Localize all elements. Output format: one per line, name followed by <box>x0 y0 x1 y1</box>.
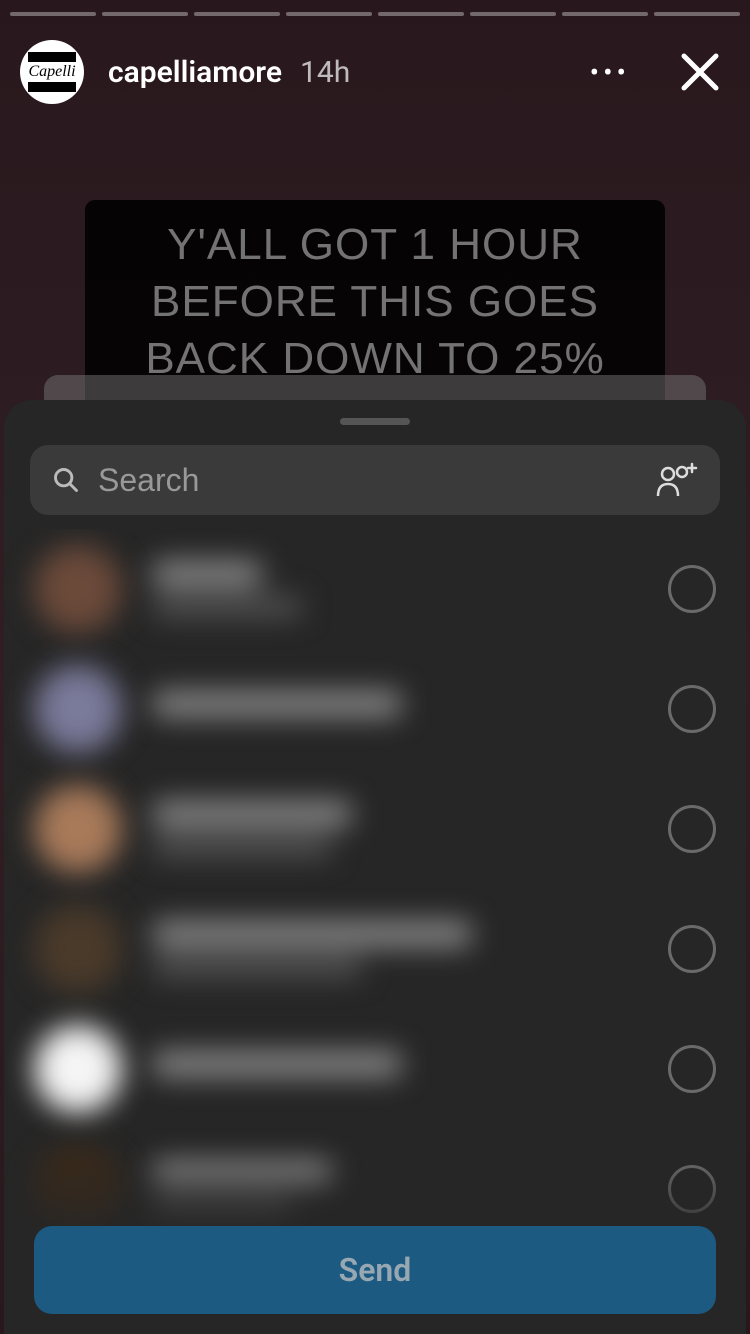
contact-subtext <box>152 957 362 977</box>
progress-segment <box>10 12 96 16</box>
contact-row[interactable] <box>4 889 746 1009</box>
contact-avatar <box>34 1025 122 1113</box>
progress-segment <box>194 12 280 16</box>
select-radio[interactable] <box>668 1045 716 1093</box>
share-sheet: Send <box>4 400 746 1334</box>
progress-segment <box>102 12 188 16</box>
progress-segment <box>562 12 648 16</box>
contact-text <box>152 1161 668 1217</box>
select-radio[interactable] <box>668 685 716 733</box>
contact-row[interactable] <box>4 1009 746 1129</box>
select-radio[interactable] <box>668 925 716 973</box>
contact-avatar <box>34 665 122 753</box>
contact-name <box>152 801 352 827</box>
progress-segment <box>654 12 740 16</box>
contact-avatar <box>34 905 122 993</box>
contact-name <box>152 1051 402 1077</box>
search-input[interactable] <box>98 462 654 499</box>
contact-name <box>152 691 402 717</box>
author-avatar[interactable]: Capelli <box>20 40 84 104</box>
close-icon <box>680 52 720 92</box>
contact-avatar <box>34 1145 122 1233</box>
select-radio[interactable] <box>668 565 716 613</box>
progress-segment <box>286 12 372 16</box>
select-radio[interactable] <box>668 805 716 853</box>
contact-row[interactable] <box>4 769 746 889</box>
more-options-icon[interactable]: ••• <box>580 46 640 99</box>
avatar-label: Capelli <box>28 63 75 81</box>
close-button[interactable] <box>670 42 730 102</box>
create-group-icon[interactable] <box>654 458 698 502</box>
contact-subtext <box>152 837 332 857</box>
search-icon <box>52 466 80 494</box>
contact-avatar <box>34 785 122 873</box>
story-header: Capelli capelliamore 14h ••• <box>0 40 750 104</box>
contact-text <box>152 921 668 977</box>
contact-row[interactable] <box>4 529 746 649</box>
send-label: Send <box>339 1251 412 1289</box>
progress-segment <box>470 12 556 16</box>
contact-subtext <box>152 1197 292 1217</box>
sheet-grabber[interactable] <box>340 418 410 425</box>
select-radio[interactable] <box>668 1165 716 1213</box>
author-username[interactable]: capelliamore <box>108 55 282 90</box>
contact-name <box>152 1161 332 1187</box>
story-progress-bar <box>10 12 740 16</box>
contact-avatar <box>34 545 122 633</box>
contact-text <box>152 1051 668 1087</box>
contact-name <box>152 561 262 587</box>
contact-text <box>152 801 668 857</box>
contact-row[interactable] <box>4 649 746 769</box>
contact-subtext <box>152 597 302 617</box>
progress-segment <box>378 12 464 16</box>
contact-name <box>152 921 472 947</box>
search-bar[interactable] <box>30 445 720 515</box>
story-timestamp: 14h <box>300 55 350 90</box>
contact-text <box>152 561 668 617</box>
contacts-list[interactable] <box>4 529 746 1334</box>
send-button[interactable]: Send <box>34 1226 716 1314</box>
contact-text <box>152 691 668 727</box>
